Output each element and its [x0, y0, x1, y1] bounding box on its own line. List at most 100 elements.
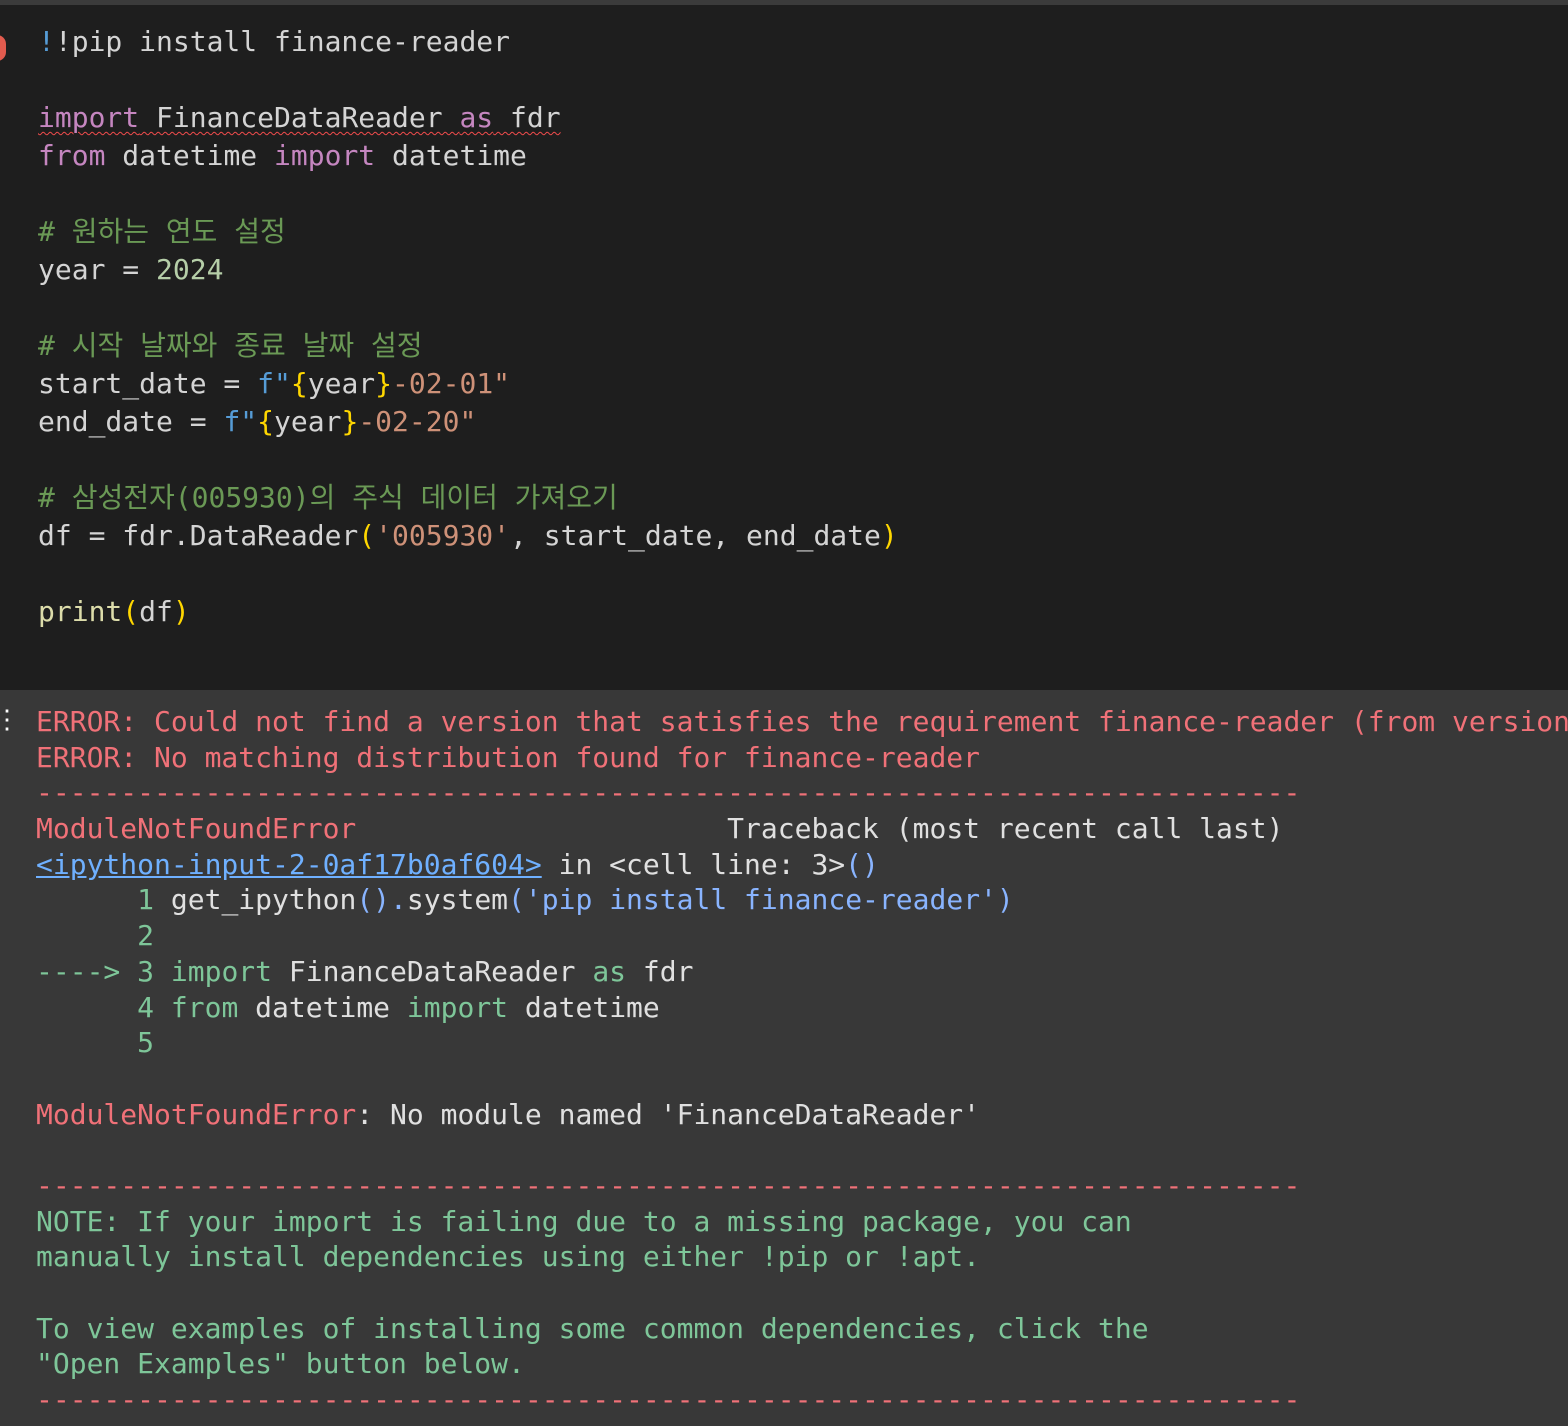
paren: () — [845, 847, 879, 881]
fstring-prefix: f" — [223, 405, 258, 438]
variable: df — [139, 595, 173, 628]
assignment: end_date = — [38, 405, 224, 438]
code-editor[interactable]: !!pip install finance-reader import Fina… — [38, 23, 898, 631]
code-comment: # 삼성전자(005930)의 주식 데이터 가져오기 — [38, 481, 618, 514]
brace: { — [290, 367, 308, 400]
traceback-line: 4 from datetime import datetime — [36, 990, 1568, 1026]
pip-command: !pip install finance-reader — [54, 25, 511, 58]
fstring-prefix: f" — [257, 367, 291, 400]
variable: year — [307, 367, 376, 400]
note-line: "Open Examples" button below. — [36, 1347, 525, 1381]
variable: year — [274, 405, 342, 438]
separator: ----------------------------------------… — [36, 1168, 1301, 1202]
paren: ( — [122, 595, 140, 628]
exception-name: ModuleNotFoundError — [36, 1097, 357, 1131]
cell-location: in <cell line: 3> — [541, 847, 846, 881]
line-number: 2 — [137, 919, 155, 953]
traceback-line-current: ----> 3 import FinanceDataReader as fdr — [36, 954, 1568, 990]
assignment: df = fdr.DataReader — [38, 519, 359, 552]
output-area: ⋮ ERROR: Could not find a version that s… — [0, 690, 1568, 1426]
error-line: ERROR: Could not find a version that sat… — [36, 705, 1568, 738]
code-keyword: from — [154, 990, 239, 1024]
paren: ) — [880, 519, 898, 552]
code-text: datetime — [508, 990, 660, 1024]
output-text: ERROR: Could not find a version that sat… — [36, 704, 1568, 1418]
code-line: df = fdr.DataReader('005930', start_date… — [38, 517, 898, 555]
line-marker — [36, 991, 137, 1024]
brace: } — [341, 405, 359, 438]
code-line: year = 2024 — [38, 251, 898, 289]
paren: ) — [172, 595, 190, 628]
line-marker: ----> — [36, 954, 138, 988]
keyword: import — [38, 101, 140, 134]
separator: ----------------------------------------… — [36, 1383, 1301, 1417]
note-line: To view examples of installing some comm… — [36, 1311, 1149, 1345]
import-warning[interactable]: import FinanceDataReader as fdr — [38, 101, 561, 134]
code-line: import FinanceDataReader as fdr — [38, 99, 898, 137]
code-punct: (). — [356, 883, 407, 917]
code-line: print(df) — [38, 593, 898, 631]
assignment: start_date = — [38, 367, 258, 400]
string-literal: -02-01" — [392, 367, 511, 400]
module-name: FinanceDataReader — [139, 101, 460, 134]
string-literal: -02-20" — [358, 405, 477, 438]
code-text: fdr — [626, 954, 694, 988]
paren: ( — [358, 519, 376, 552]
code-text: datetime — [238, 990, 407, 1024]
arguments: , start_date, end_date — [510, 519, 881, 552]
brace: { — [257, 405, 275, 438]
line-marker — [36, 1026, 137, 1059]
traceback-line: 1 get_ipython().system('pip install fina… — [36, 882, 1568, 918]
keyword: from — [38, 139, 106, 172]
keyword: import — [274, 139, 376, 172]
string-literal: '005930' — [375, 519, 511, 552]
code-keyword: import — [154, 954, 273, 988]
code-line: start_date = f"{year}-02-01" — [38, 365, 898, 403]
code-cell[interactable]: !!pip install finance-reader import Fina… — [0, 5, 1568, 690]
output-menu-icon[interactable]: ⋮ — [0, 702, 20, 738]
code-line: from datetime import datetime — [38, 137, 898, 175]
traceback-header: ModuleNotFoundError Traceback (most rece… — [36, 811, 1568, 847]
alias-name: fdr — [493, 101, 561, 134]
traceback-line: 5 — [36, 1025, 1568, 1061]
number-literal: 2024 — [156, 253, 224, 286]
run-status-icon[interactable] — [0, 35, 6, 61]
module-name: datetime — [105, 139, 275, 172]
line-marker — [36, 919, 137, 952]
error-line: ERROR: No matching distribution found fo… — [36, 740, 981, 774]
note-line — [36, 1275, 1568, 1311]
code-keyword: as — [592, 954, 627, 988]
code-line: end_date = f"{year}-02-20" — [38, 403, 898, 441]
line-number: 3 — [137, 954, 155, 988]
line-number: 4 — [137, 990, 155, 1024]
code-line: !!pip install finance-reader — [38, 25, 511, 58]
line-number: 5 — [137, 1026, 155, 1060]
function-name: print — [38, 595, 123, 628]
note-line: manually install dependencies using eith… — [36, 1240, 981, 1274]
traceback-location: <ipython-input-2-0af17b0af604> in <cell … — [36, 847, 1568, 883]
error-message: : No module named 'FinanceDataReader' — [356, 1097, 981, 1131]
code-text: system — [406, 883, 509, 917]
separator: ----------------------------------------… — [36, 776, 1301, 810]
code-text: get_ipython — [154, 883, 357, 917]
keyword: as — [459, 101, 494, 134]
traceback-line: 2 — [36, 918, 1568, 954]
input-link[interactable]: <ipython-input-2-0af17b0af604> — [36, 848, 542, 881]
exception-name: ModuleNotFoundError — [36, 812, 357, 846]
import-name: datetime — [375, 139, 527, 172]
traceback-label: Traceback (most recent call last) — [727, 812, 1284, 846]
code-keyword: import — [406, 990, 509, 1024]
code-string: ('pip install finance-reader') — [508, 883, 1014, 917]
code-comment: # 시작 날짜와 종료 날짜 설정 — [38, 329, 423, 362]
line-number: 1 — [137, 883, 155, 917]
line-marker — [36, 883, 137, 916]
final-error: ModuleNotFoundError: No module named 'Fi… — [36, 1097, 1568, 1133]
brace: } — [375, 367, 393, 400]
